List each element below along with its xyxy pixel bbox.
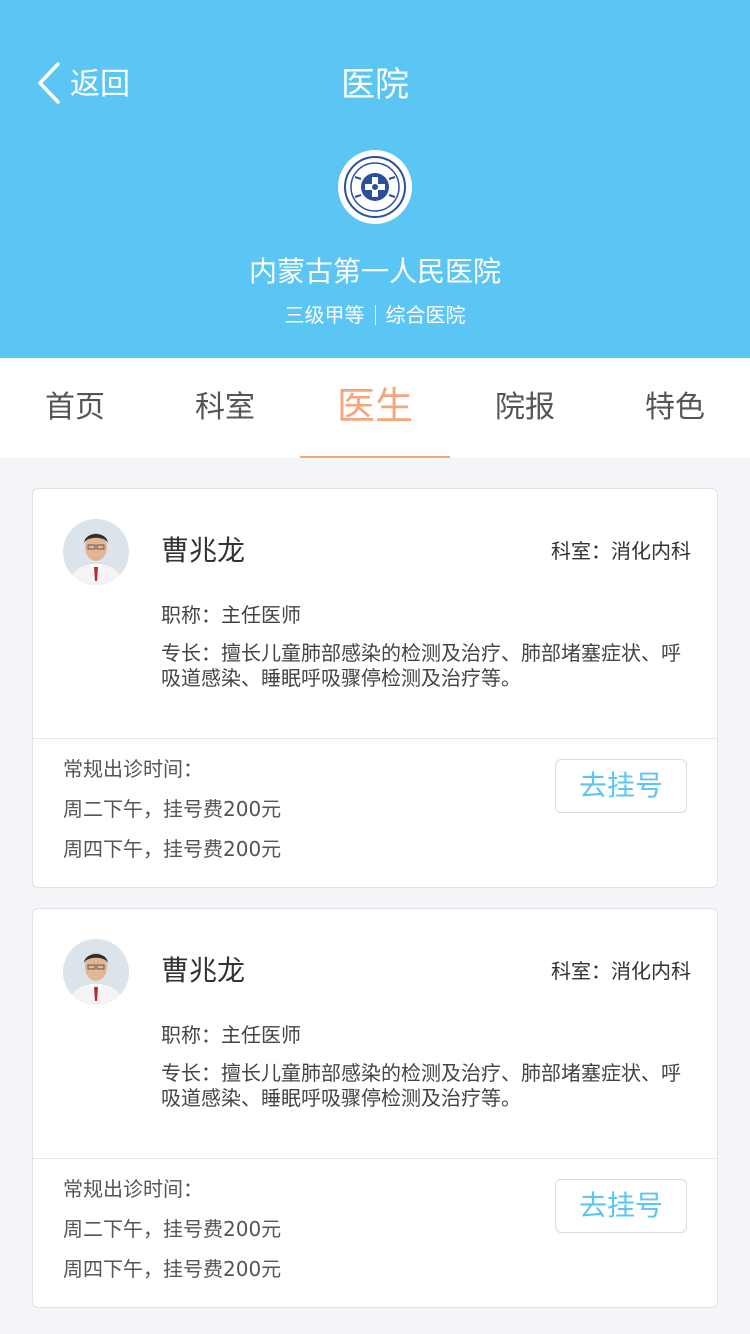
tab-bar: 首页 科室 医生 院报 特色 xyxy=(0,358,750,458)
hospital-type-tag: 综合医院 xyxy=(385,303,466,327)
doctor-avatar xyxy=(63,939,129,1005)
doctor-department: 科室：消化内科 xyxy=(551,539,691,563)
tag-divider xyxy=(374,305,376,325)
tab-home[interactable]: 首页 xyxy=(0,358,150,458)
doctor-card[interactable]: 曹兆龙 科室：消化内科 职称：主任医师 专长：擅长儿童肺部感染的检测及治疗、肺部… xyxy=(32,488,718,888)
doctor-title: 职称：主任医师 xyxy=(161,603,301,627)
tab-news[interactable]: 院报 xyxy=(450,358,600,458)
doctor-avatar xyxy=(63,519,129,585)
schedule-header: 常规出诊时间： xyxy=(63,1177,203,1201)
doctor-name: 曹兆龙 xyxy=(161,534,246,567)
doctor-card[interactable]: 曹兆龙 科室：消化内科 职称：主任医师 专长：擅长儿童肺部感染的检测及治疗、肺部… xyxy=(32,908,718,1308)
tab-features[interactable]: 特色 xyxy=(600,358,750,458)
register-button[interactable]: 去挂号 xyxy=(555,759,687,813)
hospital-logo xyxy=(338,150,412,224)
hospital-name: 内蒙古第一人民医院 xyxy=(248,255,501,288)
doctor-schedule: 常规出诊时间： 周二下午，挂号费200元 周四下午，挂号费200元 去挂号 xyxy=(33,1159,717,1307)
tab-departments[interactable]: 科室 xyxy=(150,358,300,458)
doctor-list: 曹兆龙 科室：消化内科 职称：主任医师 专长：擅长儿童肺部感染的检测及治疗、肺部… xyxy=(32,488,718,1328)
register-button[interactable]: 去挂号 xyxy=(555,1179,687,1233)
schedule-slot: 周二下午，挂号费200元 xyxy=(63,797,282,821)
doctor-specialty: 专长：擅长儿童肺部感染的检测及治疗、肺部堵塞症状、呼吸道感染、睡眠呼吸骤停检测及… xyxy=(161,1061,681,1110)
doctor-specialty: 专长：擅长儿童肺部感染的检测及治疗、肺部堵塞症状、呼吸道感染、睡眠呼吸骤停检测及… xyxy=(161,641,681,690)
doctor-info: 曹兆龙 科室：消化内科 职称：主任医师 专长：擅长儿童肺部感染的检测及治疗、肺部… xyxy=(33,909,717,1159)
doctor-department: 科室：消化内科 xyxy=(551,959,691,983)
page-title: 医院 xyxy=(341,65,409,105)
doctor-info: 曹兆龙 科室：消化内科 职称：主任医师 专长：擅长儿童肺部感染的检测及治疗、肺部… xyxy=(33,489,717,739)
schedule-header: 常规出诊时间： xyxy=(63,757,203,781)
doctor-title: 职称：主任医师 xyxy=(161,1023,301,1047)
hospital-header: 返回 医院 内蒙古第一人民医院 三级甲等 综合医院 xyxy=(0,0,750,358)
doctor-schedule: 常规出诊时间： 周二下午，挂号费200元 周四下午，挂号费200元 去挂号 xyxy=(33,739,717,887)
schedule-slot: 周四下午，挂号费200元 xyxy=(63,837,282,861)
hospital-level-tag: 三级甲等 xyxy=(284,303,365,327)
tab-doctors[interactable]: 医生 xyxy=(300,358,450,458)
doctor-name: 曹兆龙 xyxy=(161,954,246,987)
schedule-slot: 周二下午，挂号费200元 xyxy=(63,1217,282,1241)
schedule-slot: 周四下午，挂号费200元 xyxy=(63,1257,282,1281)
hospital-tags: 三级甲等 综合医院 xyxy=(0,300,750,330)
